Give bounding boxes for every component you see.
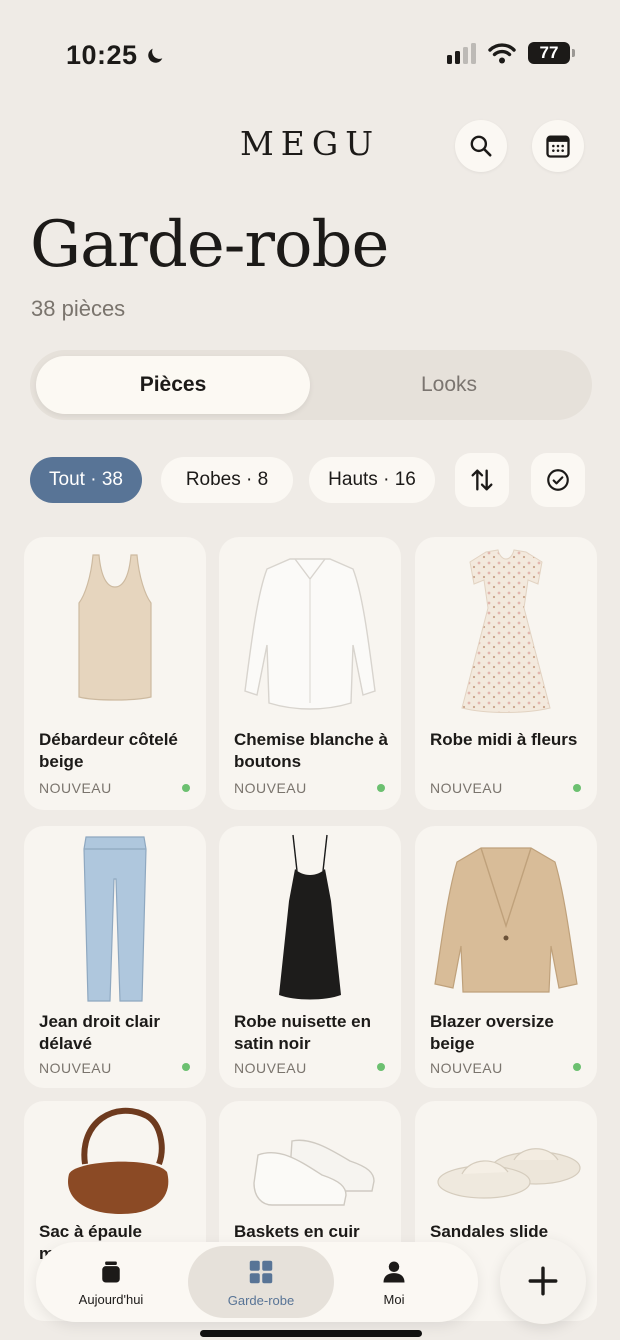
grid-icon xyxy=(249,1260,273,1283)
nav-item-me[interactable]: Moi xyxy=(334,1242,454,1322)
item-name: Chemise blanche à boutons xyxy=(234,730,389,771)
status-time-text: 10:25 xyxy=(66,40,138,70)
tab-pieces[interactable]: Pièces xyxy=(36,356,310,414)
slides-image xyxy=(415,1101,597,1221)
wardrobe-item-card[interactable]: Jean droit clair délavé NOUVEAU xyxy=(24,826,206,1088)
item-count: 38 pièces xyxy=(31,296,126,321)
bottom-nav: Aujourd'hui Garde-robe Moi xyxy=(36,1242,478,1322)
jeans-image xyxy=(24,826,206,1006)
new-indicator-dot xyxy=(573,784,581,792)
page-title: Garde-robe xyxy=(30,208,389,282)
wardrobe-item-card[interactable]: Blazer oversize beige NOUVEAU xyxy=(415,826,597,1088)
filter-chip-all[interactable]: Tout · 38 xyxy=(30,457,142,503)
new-badge: NOUVEAU xyxy=(430,1060,503,1076)
moon-icon xyxy=(147,48,162,63)
item-name: Robe nuisette en satin noir xyxy=(234,1012,371,1053)
battery-icon: 77 xyxy=(528,42,575,64)
calendar-icon xyxy=(546,135,570,158)
status-indicators: 77 xyxy=(447,42,575,64)
new-indicator-dot xyxy=(573,1063,581,1071)
wardrobe-item-card[interactable]: Chemise blanche à boutons NOUVEAU xyxy=(219,537,401,810)
person-icon xyxy=(383,1261,405,1282)
item-name: Jean droit clair délavé xyxy=(39,1012,160,1053)
search-icon xyxy=(470,135,492,157)
blazer-image xyxy=(415,826,597,1006)
add-item-button[interactable] xyxy=(500,1238,586,1324)
nav-label-me: Moi xyxy=(383,1291,405,1307)
shoulder-bag-image xyxy=(24,1101,206,1221)
item-name: Robe midi à fleurs xyxy=(430,730,578,749)
new-badge: NOUVEAU xyxy=(39,1060,112,1076)
item-name: Baskets en cuir xyxy=(234,1222,360,1241)
search-button[interactable] xyxy=(455,120,507,172)
segmented-control: Pièces Looks xyxy=(30,350,592,420)
sneakers-image xyxy=(219,1101,401,1221)
jar-icon xyxy=(102,1261,120,1282)
new-indicator-dot xyxy=(377,784,385,792)
calendar-button[interactable] xyxy=(532,120,584,172)
nav-label-wardrobe: Garde-robe xyxy=(227,1292,295,1308)
wifi-icon xyxy=(488,43,516,64)
status-time: 10:25 xyxy=(66,40,166,71)
new-indicator-dot xyxy=(377,1063,385,1071)
filter-chip-tops[interactable]: Hauts · 16 xyxy=(309,457,435,503)
plus-icon xyxy=(528,1266,558,1296)
select-button[interactable] xyxy=(531,453,585,507)
nav-item-wardrobe[interactable]: Garde-robe xyxy=(188,1246,334,1318)
item-name: Sandales slide xyxy=(430,1222,549,1241)
brand-logo: MEGU xyxy=(239,124,381,163)
tank-top-image xyxy=(24,537,206,717)
filter-chip-dresses[interactable]: Robes · 8 xyxy=(161,457,293,503)
home-indicator xyxy=(200,1330,422,1337)
tab-looks[interactable]: Looks xyxy=(312,356,586,414)
signal-icon xyxy=(447,42,476,64)
check-circle-icon xyxy=(547,469,569,491)
wardrobe-item-card[interactable]: Robe nuisette en satin noir NOUVEAU xyxy=(219,826,401,1088)
new-badge: NOUVEAU xyxy=(430,780,503,796)
new-badge: NOUVEAU xyxy=(234,1060,307,1076)
new-indicator-dot xyxy=(182,784,190,792)
sort-button[interactable] xyxy=(455,453,509,507)
nav-label-today: Aujourd'hui xyxy=(78,1291,144,1307)
wardrobe-item-card[interactable]: Robe midi à fleurs NOUVEAU xyxy=(415,537,597,810)
floral-dress-image xyxy=(415,537,597,717)
new-indicator-dot xyxy=(182,1063,190,1071)
nav-item-today[interactable]: Aujourd'hui xyxy=(36,1242,186,1322)
item-name: Débardeur côtelé beige xyxy=(39,730,178,771)
battery-level: 77 xyxy=(539,43,559,62)
wardrobe-item-card[interactable]: Débardeur côtelé beige NOUVEAU xyxy=(24,537,206,810)
slip-dress-image xyxy=(219,826,401,1006)
new-badge: NOUVEAU xyxy=(39,780,112,796)
shirt-image xyxy=(219,537,401,717)
new-badge: NOUVEAU xyxy=(234,780,307,796)
item-name: Blazer oversize beige xyxy=(430,1012,554,1053)
sort-icon xyxy=(471,469,493,491)
